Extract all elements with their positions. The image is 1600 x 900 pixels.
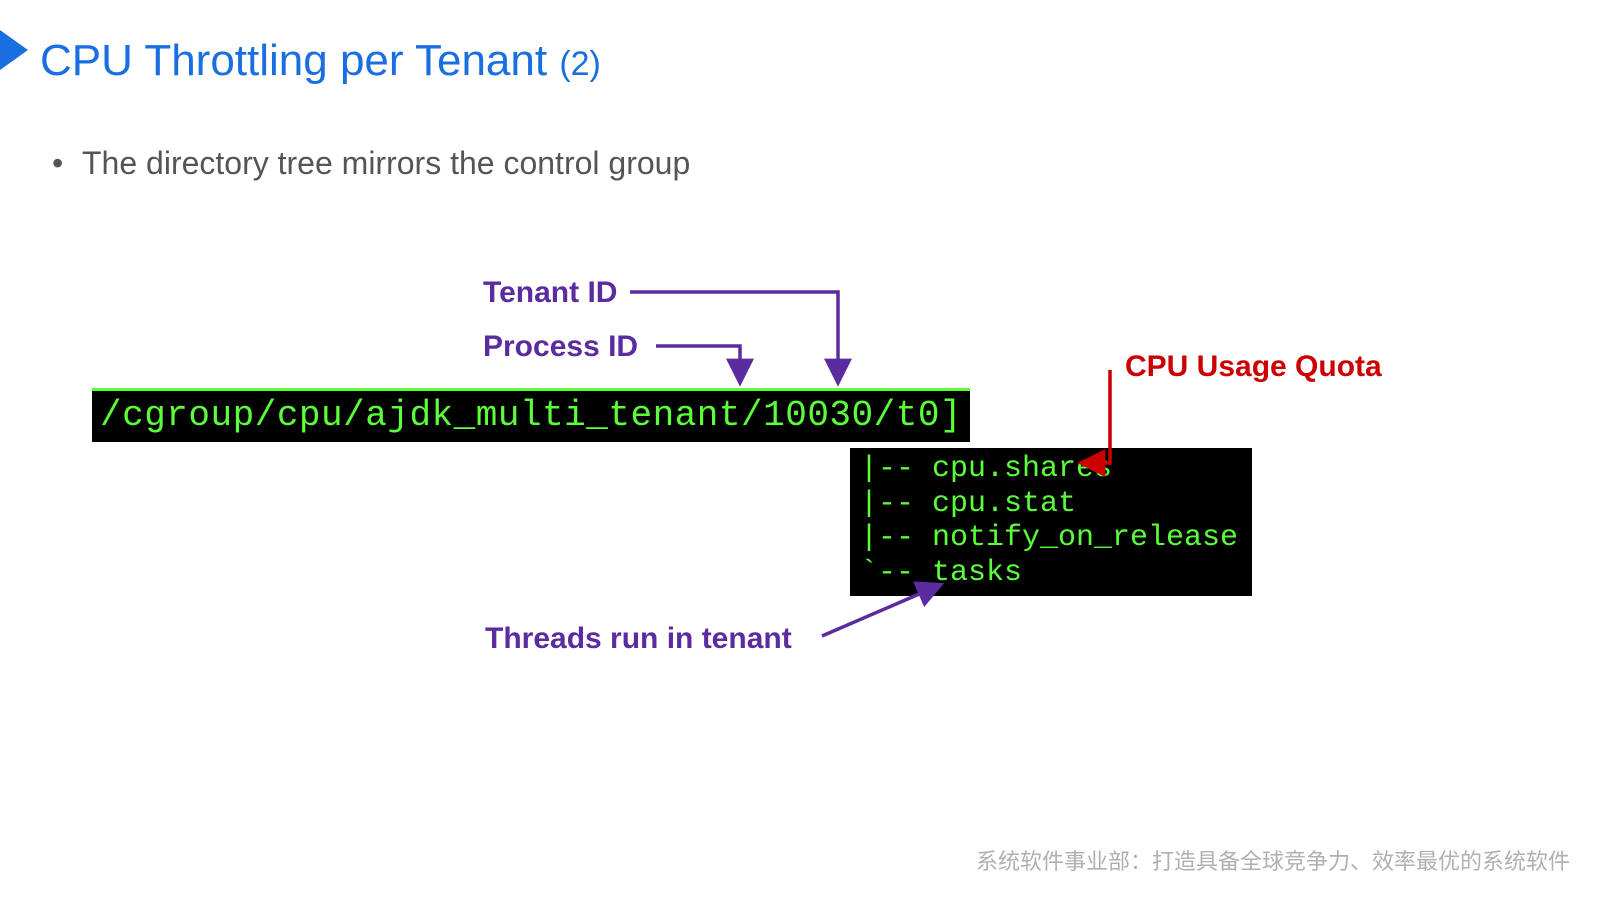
title-marker bbox=[0, 30, 28, 70]
label-tenant-id: Tenant ID bbox=[483, 276, 617, 310]
terminal-path: /cgroup/cpu/ajdk_multi_tenant/10030/t0] bbox=[92, 388, 970, 442]
bullet-text: The directory tree mirrors the control g… bbox=[82, 145, 690, 181]
title-main: CPU Throttling per Tenant bbox=[40, 36, 559, 85]
slide-title: CPU Throttling per Tenant (2) bbox=[40, 36, 601, 86]
label-cpu-quota: CPU Usage Quota bbox=[1125, 350, 1382, 384]
title-suffix: (2) bbox=[559, 45, 601, 83]
bullet-dot: • bbox=[52, 145, 82, 182]
footer-text: 系统软件事业部：打造具备全球竞争力、效率最优的系统软件 bbox=[976, 844, 1570, 876]
label-process-id: Process ID bbox=[483, 330, 638, 364]
body-bullet: •The directory tree mirrors the control … bbox=[52, 145, 690, 182]
label-threads: Threads run in tenant bbox=[485, 622, 792, 656]
terminal-tree: |-- cpu.shares |-- cpu.stat |-- notify_o… bbox=[850, 448, 1252, 596]
annotation-arrows bbox=[0, 0, 1600, 900]
